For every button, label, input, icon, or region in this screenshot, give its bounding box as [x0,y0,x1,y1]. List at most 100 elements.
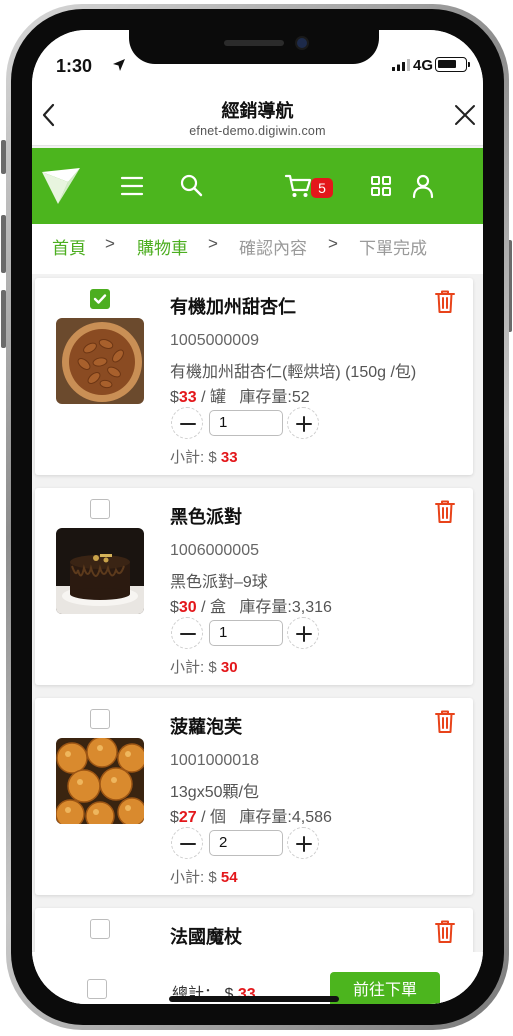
phone-frame: 1:30 4G 經銷導航 efnet-demo.digiwin.com 5 首頁… [6,4,509,1030]
unit-price: 27 [178,809,197,826]
trash-icon[interactable] [434,499,456,524]
product-price-line: $30 / 盒 庫存量:3,316 [170,593,332,617]
minus-icon [180,843,196,845]
item-select-checkbox[interactable] [90,919,110,939]
unit-price: 30 [178,599,197,616]
quantity-increase-button[interactable] [287,827,319,859]
quantity-increase-button[interactable] [287,407,319,439]
unit-label: / 個 [201,809,227,826]
close-icon[interactable] [453,103,477,127]
quantity-decrease-button[interactable] [171,617,203,649]
subtotal-label: 小計: $ [170,449,217,466]
select-all-checkbox[interactable] [87,979,107,999]
currency-symbol: $ [170,809,179,826]
stock-label: 庫存量:3,316 [239,599,332,616]
location-arrow-icon [113,59,125,71]
breadcrumb-separator: > [208,234,218,253]
item-subtotal: 小計: $ 33 [170,446,238,467]
subtotal-label: 小計: $ [170,869,217,886]
nav-header: 經銷導航 efnet-demo.digiwin.com [32,88,483,146]
product-description: 有機加州甜杏仁(輕烘培) (150g /包) [170,364,417,381]
item-select-checkbox[interactable] [90,289,110,309]
front-camera [297,38,307,48]
user-icon[interactable] [409,172,437,200]
breadcrumb: 首頁 > 購物車 > 確認內容 > 下單完成 [32,224,483,274]
quantity-increase-button[interactable] [287,617,319,649]
breadcrumb-separator: > [328,234,338,253]
product-price-line: $27 / 個 庫存量:4,586 [170,803,332,827]
quantity-decrease-button[interactable] [171,407,203,439]
breadcrumb-confirm: 確認內容 [239,239,307,258]
subtotal-label: 小計: $ [170,659,217,676]
cart-icon[interactable] [284,172,314,200]
unit-label: / 盒 [201,599,227,616]
grid-icon[interactable] [367,172,395,200]
product-code: 1006000005 [170,542,259,559]
product-name[interactable]: 黑色派對 [170,503,242,529]
breadcrumb-cart[interactable]: 購物車 [137,234,188,259]
checkout-button[interactable]: 前往下單 [330,972,440,1004]
battery-level [438,60,456,68]
minus-icon [180,423,196,425]
trash-icon[interactable] [434,289,456,314]
network-type: 4G [413,57,434,74]
currency-symbol: $ [170,599,179,616]
currency-symbol: $ [170,389,179,406]
main-toolbar: 5 [32,148,483,224]
speaker-grille [224,40,284,46]
item-select-checkbox[interactable] [90,499,110,519]
product-image-almonds[interactable] [56,318,144,404]
app-stage: 1:30 4G 經銷導航 efnet-demo.digiwin.com 5 首頁… [0,0,513,1036]
cart-item: 菠蘿泡芙 1001000018 13gx50顆/包 $27 / 個 庫存量:4,… [35,698,473,895]
plus-icon [296,836,312,852]
page-title: 經銷導航 [221,101,294,121]
product-image-black-party-cake[interactable] [56,528,144,614]
breadcrumb-complete: 下單完成 [359,239,427,258]
subtotal-value: 33 [220,449,238,466]
item-subtotal: 小計: $ 54 [170,866,238,887]
item-select-checkbox[interactable] [90,709,110,729]
trash-icon[interactable] [434,709,456,734]
product-code: 1005000009 [170,332,259,349]
phone-bezel: 1:30 4G 經銷導航 efnet-demo.digiwin.com 5 首頁… [11,9,504,1025]
notch [129,30,379,64]
product-name[interactable]: 有機加州甜杏仁 [170,293,296,319]
battery-tip [468,62,470,67]
stock-label: 庫存量:4,586 [239,809,332,826]
unit-label: / 罐 [201,389,227,406]
cart-item: 黑色派對 1006000005 黑色派對–9球 $30 / 盒 庫存量:3,31… [35,488,473,685]
product-description: 13gx50顆/包 [170,784,259,801]
product-name[interactable]: 法國魔杖 [170,923,242,949]
product-code: 1001000018 [170,752,259,769]
page-url: efnet-demo.digiwin.com [189,124,326,138]
signal-icon [392,59,410,71]
product-description: 黑色派對–9球 [170,574,268,591]
battery-icon [435,57,467,72]
stock-label: 庫存量:52 [239,389,310,406]
minus-icon [180,633,196,635]
quantity-input[interactable]: 1 [209,620,283,646]
breadcrumb-home[interactable]: 首頁 [52,234,86,259]
search-icon[interactable] [178,172,206,200]
trash-icon[interactable] [434,919,456,944]
logo[interactable] [40,166,82,206]
item-subtotal: 小計: $ 30 [170,656,238,677]
subtotal-value: 54 [220,869,238,886]
home-indicator[interactable] [169,996,339,1002]
phone-screen: 1:30 4G 經銷導航 efnet-demo.digiwin.com 5 首頁… [32,30,483,1004]
quantity-decrease-button[interactable] [171,827,203,859]
status-time: 1:30 [56,56,93,76]
unit-price: 33 [178,389,197,406]
check-icon [93,294,107,304]
quantity-input[interactable]: 1 [209,410,283,436]
quantity-input[interactable]: 2 [209,830,283,856]
menu-icon[interactable] [118,172,146,200]
breadcrumb-separator: > [105,234,115,253]
product-price-line: $33 / 罐 庫存量:52 [170,383,310,407]
cart-count-badge: 5 [311,178,333,198]
plus-icon [296,416,312,432]
product-image-cream-puffs[interactable] [56,738,144,824]
subtotal-value: 30 [220,659,238,676]
cart-item: 有機加州甜杏仁 1005000009 有機加州甜杏仁(輕烘培) (150g /包… [35,278,473,475]
product-name[interactable]: 菠蘿泡芙 [170,713,242,739]
